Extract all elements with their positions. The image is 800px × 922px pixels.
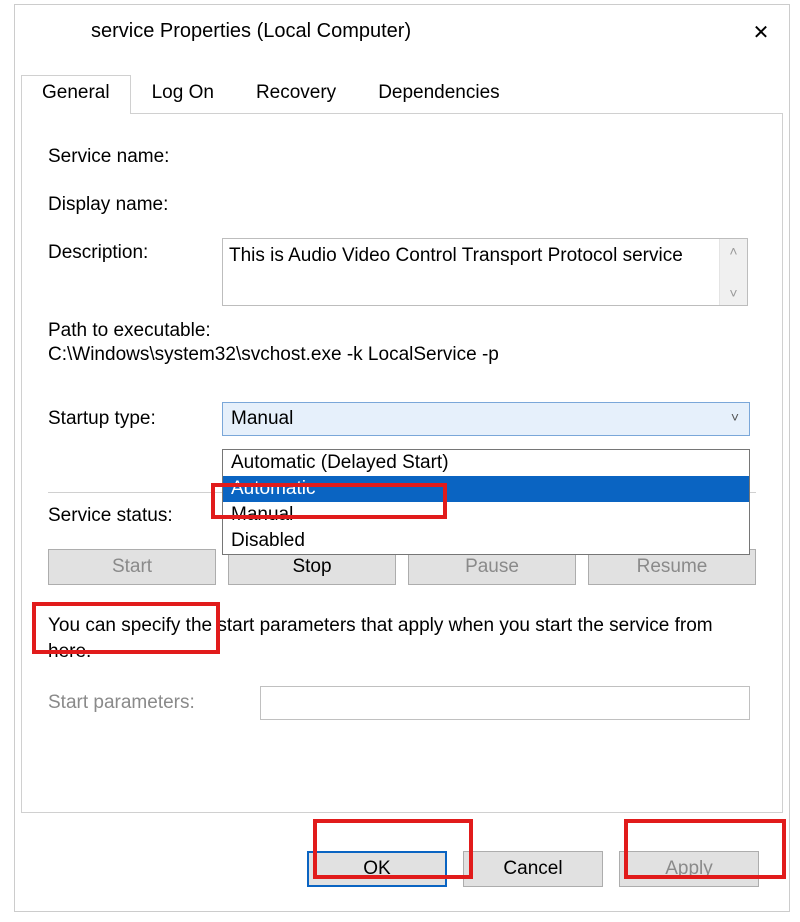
- description-scrollbar[interactable]: ˄ ˅: [719, 239, 747, 305]
- tab-general[interactable]: General: [21, 75, 131, 114]
- description-text: This is Audio Video Control Transport Pr…: [223, 239, 719, 305]
- option-manual[interactable]: Manual: [223, 502, 749, 528]
- path-block: Path to executable: C:\Windows\system32\…: [48, 320, 756, 366]
- ok-button[interactable]: OK: [307, 851, 447, 887]
- option-delayed[interactable]: Automatic (Delayed Start): [223, 450, 749, 476]
- startup-dropdown[interactable]: Automatic (Delayed Start) Automatic Manu…: [222, 449, 750, 555]
- service-name-row: Service name:: [48, 142, 756, 168]
- scroll-down-icon[interactable]: ˅: [729, 285, 737, 301]
- startup-label: Startup type:: [48, 408, 222, 430]
- cancel-button[interactable]: Cancel: [463, 851, 603, 887]
- description-label: Description:: [48, 238, 222, 264]
- display-name-label: Display name:: [48, 190, 222, 216]
- dialog-buttons: OK Cancel Apply: [307, 851, 759, 887]
- properties-window: service Properties (Local Computer) ✕ Ge…: [14, 4, 790, 912]
- explain-text: You can specify the start parameters tha…: [48, 613, 756, 664]
- tab-dependencies[interactable]: Dependencies: [357, 75, 520, 114]
- option-disabled[interactable]: Disabled: [223, 528, 749, 554]
- startup-type-combo[interactable]: Manual ˅: [222, 402, 750, 436]
- startup-selected-value: Manual: [231, 408, 293, 430]
- window-title: service Properties (Local Computer): [91, 20, 411, 43]
- option-automatic[interactable]: Automatic: [223, 476, 749, 502]
- service-name-label: Service name:: [48, 142, 222, 168]
- apply-button[interactable]: Apply: [619, 851, 759, 887]
- display-name-row: Display name:: [48, 190, 756, 216]
- description-row: Description: This is Audio Video Control…: [48, 238, 756, 306]
- scroll-up-icon[interactable]: ˄: [729, 243, 737, 259]
- chevron-down-icon: ˅: [731, 409, 739, 425]
- start-params-label: Start parameters:: [48, 692, 260, 714]
- startup-row: Startup type: Manual ˅: [48, 402, 756, 436]
- path-label: Path to executable:: [48, 320, 756, 342]
- close-button[interactable]: ✕: [741, 13, 781, 53]
- tab-logon[interactable]: Log On: [131, 75, 235, 114]
- path-value: C:\Windows\system32\svchost.exe -k Local…: [48, 344, 756, 366]
- start-button[interactable]: Start: [48, 549, 216, 585]
- tab-panel-general: Service name: Display name: Description:…: [21, 113, 783, 813]
- status-label: Service status:: [48, 505, 222, 527]
- tabs-bar: General Log On Recovery Dependencies: [15, 75, 789, 114]
- close-icon: ✕: [753, 22, 770, 44]
- titlebar: service Properties (Local Computer) ✕: [15, 5, 789, 57]
- tab-recovery[interactable]: Recovery: [235, 75, 357, 114]
- start-params-row: Start parameters:: [48, 686, 756, 720]
- description-box: This is Audio Video Control Transport Pr…: [222, 238, 748, 306]
- start-params-input: [260, 686, 750, 720]
